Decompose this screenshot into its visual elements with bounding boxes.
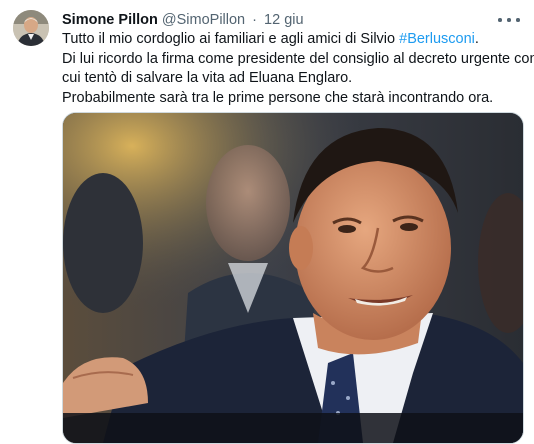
more-dot	[507, 18, 511, 22]
hashtag-link[interactable]: #Berlusconi	[399, 31, 475, 47]
tweet-line-1-text: Tutto il mio cordoglio ai familiari e ag…	[62, 31, 400, 47]
tweet-line-1-end: .	[474, 31, 479, 47]
separator-dot: ·	[252, 12, 258, 28]
tweet-line-4: Probabilmente sarà tra le prime persone …	[62, 89, 494, 106]
avatar-image	[13, 10, 49, 46]
author-name[interactable]: Simone Pillon	[62, 12, 158, 28]
tweet-header: Simone Pillon @SimoPillon · 12 giu	[62, 10, 494, 30]
tweet-line-1: Tutto il mio cordoglio ai familiari e ag…	[62, 30, 528, 50]
tweet[interactable]: Simone Pillon @SimoPillon · 12 giu Tutto…	[0, 0, 534, 444]
tweet-photo[interactable]	[62, 112, 524, 444]
more-horizontal-icon[interactable]	[498, 12, 520, 28]
photo-illustration	[63, 113, 523, 443]
tweet-line-3: cui tentò di salvare la vita ad Eluana E…	[62, 70, 353, 86]
more-dot	[498, 18, 502, 22]
timestamp[interactable]: 12 giu	[264, 12, 304, 28]
more-dot	[516, 18, 520, 22]
avatar[interactable]	[13, 10, 49, 46]
tweet-text: Tutto il mio cordoglio ai familiari e ag…	[62, 30, 534, 108]
author-handle[interactable]: @SimoPillon	[162, 12, 245, 28]
tweet-line-2: Di lui ricordo la firma come presidente …	[62, 50, 534, 67]
